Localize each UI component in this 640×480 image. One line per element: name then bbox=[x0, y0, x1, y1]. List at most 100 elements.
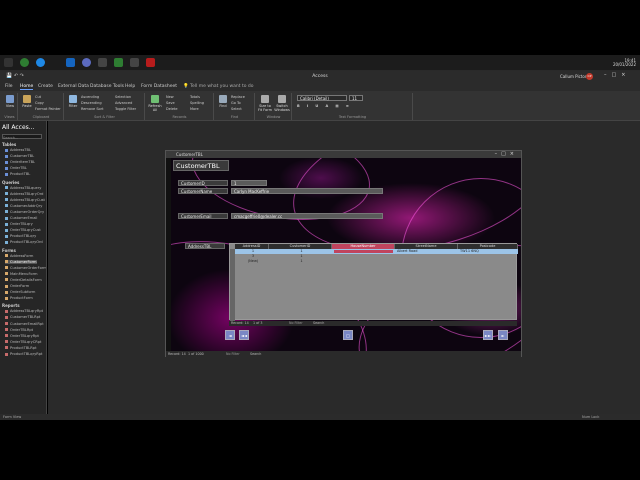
nav-pane-title[interactable]: All Acces... bbox=[2, 124, 34, 131]
more-button[interactable]: More bbox=[190, 107, 199, 111]
nav-item[interactable]: ProductTBL bbox=[5, 172, 30, 176]
view-button[interactable]: View bbox=[4, 95, 16, 108]
window-controls[interactable]: –□× bbox=[604, 72, 630, 78]
tab-external-data[interactable]: External Data bbox=[58, 84, 89, 89]
goto-button[interactable]: Go To bbox=[231, 101, 241, 105]
edge-icon[interactable] bbox=[36, 58, 45, 67]
remove-sort-button[interactable]: Remove Sort bbox=[81, 107, 104, 111]
tab-home[interactable]: Home bbox=[20, 84, 34, 90]
nav-item[interactable]: CustomerTBLRpt bbox=[5, 315, 40, 319]
descending-button[interactable]: Descending bbox=[81, 101, 102, 105]
format-buttons[interactable]: B I U A ▦ ≡ bbox=[297, 104, 352, 108]
filter-button[interactable]: Filter bbox=[67, 95, 79, 108]
app2-icon[interactable] bbox=[130, 58, 139, 67]
nav-item[interactable]: OrderTBL bbox=[5, 166, 27, 170]
app-icon[interactable] bbox=[98, 58, 107, 67]
nvidia-icon[interactable] bbox=[114, 58, 123, 67]
nav-section-header[interactable]: Tables bbox=[2, 142, 16, 147]
tab-create[interactable]: Create bbox=[38, 84, 53, 89]
nav-item[interactable]: ProductTBLRpt bbox=[5, 346, 37, 350]
tab-file[interactable]: File bbox=[5, 84, 13, 89]
customer-name-field[interactable]: Carlyn MacKeffrie bbox=[231, 188, 383, 194]
font-select[interactable]: Calibri (Detail) bbox=[297, 95, 347, 101]
selection-button[interactable]: Selection bbox=[115, 95, 131, 99]
nav-item[interactable]: CustomerOrderQry bbox=[5, 210, 44, 214]
subform-cell[interactable] bbox=[332, 259, 395, 264]
spelling-button[interactable]: Spelling bbox=[190, 101, 204, 105]
nav-item[interactable]: OrderItemTBL bbox=[5, 160, 35, 164]
form-search[interactable]: Search bbox=[250, 351, 261, 357]
nav-item[interactable]: ProductTBLqry bbox=[5, 234, 36, 238]
nav-item[interactable]: OrderDetailsForm bbox=[5, 278, 42, 282]
nav-item[interactable]: AddressTBL bbox=[5, 148, 31, 152]
totals-button[interactable]: Totals bbox=[190, 95, 200, 99]
nav-item[interactable]: AddressForm bbox=[5, 254, 33, 258]
new-record-button-form[interactable]: □ bbox=[343, 330, 353, 340]
subform-filter-status[interactable]: No Filter bbox=[289, 321, 303, 326]
replace-button[interactable]: Replace bbox=[231, 95, 245, 99]
toggle-filter-button[interactable]: Toggle Filter bbox=[115, 107, 136, 111]
advanced-button[interactable]: Advanced bbox=[115, 101, 132, 105]
nav-item[interactable]: CustomerOrderForm bbox=[5, 266, 46, 270]
nav-item[interactable]: OrderTBLqryCust bbox=[5, 228, 41, 232]
access-icon[interactable] bbox=[146, 58, 155, 67]
new-record-button[interactable]: New bbox=[166, 95, 174, 99]
user-avatar[interactable]: CP bbox=[586, 73, 593, 80]
system-clock[interactable]: 19:41 20/01/2022 bbox=[613, 59, 636, 67]
last-record-button[interactable]: ►► bbox=[483, 330, 493, 340]
tab-database-tools[interactable]: Database Tools bbox=[90, 84, 124, 89]
refresh-all-button[interactable]: Refresh All bbox=[148, 95, 162, 112]
find-button[interactable]: Find bbox=[217, 95, 229, 108]
subform-cell[interactable] bbox=[395, 259, 458, 264]
cut-button[interactable]: Cut bbox=[35, 95, 41, 99]
customer-id-field[interactable]: 1 bbox=[231, 180, 267, 186]
nav-item[interactable]: OrderSubform bbox=[5, 290, 35, 294]
nav-item[interactable]: ProductForm bbox=[5, 296, 33, 300]
nav-item[interactable]: AddressTBLqryCust bbox=[5, 198, 45, 202]
first-record-button[interactable]: ◄◄ bbox=[239, 330, 249, 340]
nav-section-header[interactable]: Forms bbox=[2, 248, 16, 253]
nav-item[interactable]: CustomerEmail bbox=[5, 216, 37, 220]
subform-record-position[interactable]: 1 of 3 bbox=[253, 321, 262, 326]
nav-item[interactable]: OrderTBLqryCRpt bbox=[5, 340, 41, 344]
nav-item[interactable]: CustomerForm bbox=[5, 259, 37, 264]
outlook-icon[interactable] bbox=[66, 58, 75, 67]
nav-item[interactable]: MainMenuForm bbox=[5, 272, 38, 276]
quick-access-toolbar[interactable]: 💾 ↶ ↷ bbox=[6, 73, 24, 79]
discord-icon[interactable] bbox=[82, 58, 91, 67]
nav-item[interactable]: CustomerAddrQry bbox=[5, 204, 42, 208]
delete-record-button[interactable]: Delete bbox=[166, 107, 178, 111]
subform-search[interactable]: Search bbox=[313, 321, 324, 326]
nav-section-header[interactable]: Queries bbox=[2, 180, 19, 185]
tell-me-box[interactable]: 💡 Tell me what you want to do bbox=[183, 84, 254, 89]
save-record-button[interactable]: Save bbox=[166, 101, 175, 105]
next-record-button[interactable]: ► bbox=[498, 330, 508, 340]
paste-button[interactable]: Paste bbox=[21, 95, 33, 108]
user-name[interactable]: Callum Picton bbox=[560, 74, 587, 79]
font-size-select[interactable]: 11 bbox=[349, 95, 363, 101]
nav-item[interactable]: OrderTBLqry bbox=[5, 222, 33, 226]
tab-help[interactable]: Help bbox=[125, 84, 135, 89]
nav-item[interactable]: OrderTBLqryRpt bbox=[5, 334, 39, 338]
format-painter-button[interactable]: Format Painter bbox=[35, 107, 61, 111]
nav-item[interactable]: OrderTBLRpt bbox=[5, 328, 33, 332]
nav-item[interactable]: AddressTBLqryRpt bbox=[5, 309, 43, 313]
nav-item[interactable]: CustomerTBL bbox=[5, 154, 34, 158]
customer-email-field[interactable]: cmacgeffrie0@dealer.cc bbox=[231, 213, 383, 219]
nav-section-header[interactable]: Reports bbox=[2, 303, 20, 308]
nav-item[interactable]: OrderForm bbox=[5, 284, 29, 288]
chrome-icon[interactable] bbox=[20, 58, 29, 67]
subform-cell[interactable]: 1 bbox=[269, 259, 332, 264]
prev-record-button[interactable]: ◄ bbox=[225, 330, 235, 340]
nav-item[interactable]: AddressTBLqryOrd bbox=[5, 192, 43, 196]
form-window-controls[interactable]: –□× bbox=[495, 151, 518, 157]
form-filter-status[interactable]: No Filter bbox=[226, 351, 240, 357]
subform-cell[interactable]: (New) bbox=[235, 259, 269, 264]
form-record-position[interactable]: 1 of 1000 bbox=[188, 351, 204, 357]
switch-windows-button[interactable]: Switch Windows bbox=[274, 95, 290, 112]
start-icon[interactable] bbox=[4, 58, 13, 67]
nav-item[interactable]: CustomerEmailRpt bbox=[5, 322, 44, 326]
address-subform[interactable]: AddressID CustomerID HouseNumber StreetN… bbox=[229, 243, 518, 321]
size-to-fit-button[interactable]: Size to Fit Form bbox=[257, 95, 273, 112]
tab-form-datasheet[interactable]: Form Datasheet bbox=[141, 84, 177, 89]
